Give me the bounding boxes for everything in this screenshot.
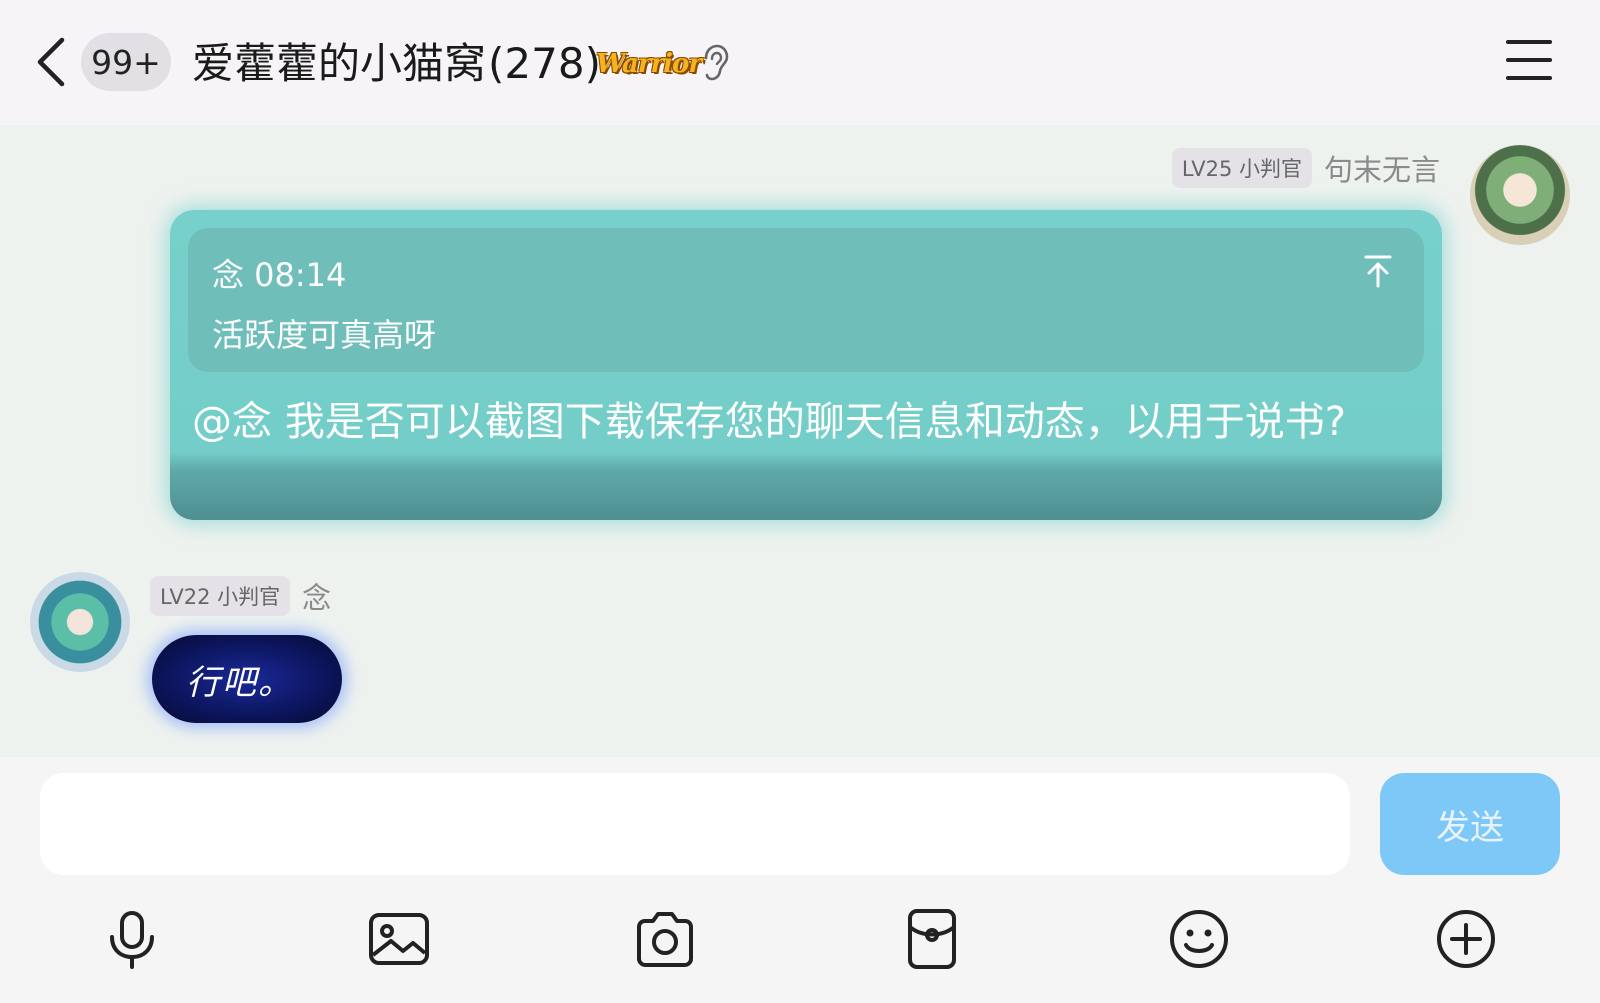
jump-to-quote-icon[interactable] [1362,254,1394,288]
unread-count-badge[interactable]: 99+ [81,33,171,91]
member-count: (278) [488,39,601,88]
input-bar: 发送 [0,757,1600,1003]
group-title[interactable]: 爱藿藿的小猫窝(278) [192,36,601,92]
sender-nickname[interactable]: 念 [302,575,331,617]
quoted-message[interactable]: 念 08:14 活跃度可真高呀 [188,228,1424,372]
chat-message-list[interactable]: LV25 小判官 句末无言 念 08:14 活跃度可真高呀 @念 我是否可以截图… [0,125,1600,757]
microphone-icon[interactable] [100,907,164,971]
group-name: 爱藿藿的小猫窝 [192,39,487,88]
message-bubble[interactable]: 行吧。 [152,635,342,723]
message-sender-info: LV22 小判官 念 [150,575,331,617]
chat-header: 99+ 爱藿藿的小猫窝(278) Warrior [0,0,1600,125]
sender-nickname[interactable]: 句末无言 [1324,147,1440,189]
red-packet-icon[interactable] [900,907,964,971]
ear-icon[interactable] [700,44,730,82]
plus-icon[interactable] [1434,907,1498,971]
send-button[interactable]: 发送 [1380,773,1560,875]
chevron-left-icon [37,37,65,87]
menu-icon-bar [1506,76,1552,80]
message-sender-info: LV25 小判官 句末无言 [1171,147,1440,189]
menu-icon-bar [1506,58,1552,62]
avatar[interactable] [30,572,130,672]
quoted-author-time: 念 08:14 [212,256,347,294]
level-tag: LV25 小判官 [1171,148,1312,188]
level-tag: LV22 小判官 [150,576,291,616]
emoji-icon[interactable] [1167,907,1231,971]
message-text: @念 我是否可以截图下载保存您的聊天信息和动态，以用于说书? [192,399,1346,445]
back-button[interactable] [30,32,74,92]
menu-icon-bar [1506,40,1552,44]
menu-button[interactable] [1506,40,1552,84]
message-input[interactable] [40,773,1350,875]
avatar[interactable] [1470,145,1570,245]
quoted-text: 活跃度可真高呀 [212,316,437,354]
group-title-badge: Warrior [596,49,702,79]
camera-icon[interactable] [633,907,697,971]
message-text: 行吧。 [186,663,294,703]
message-bubble[interactable]: 念 08:14 活跃度可真高呀 @念 我是否可以截图下载保存您的聊天信息和动态，… [170,210,1442,520]
image-icon[interactable] [367,907,431,971]
